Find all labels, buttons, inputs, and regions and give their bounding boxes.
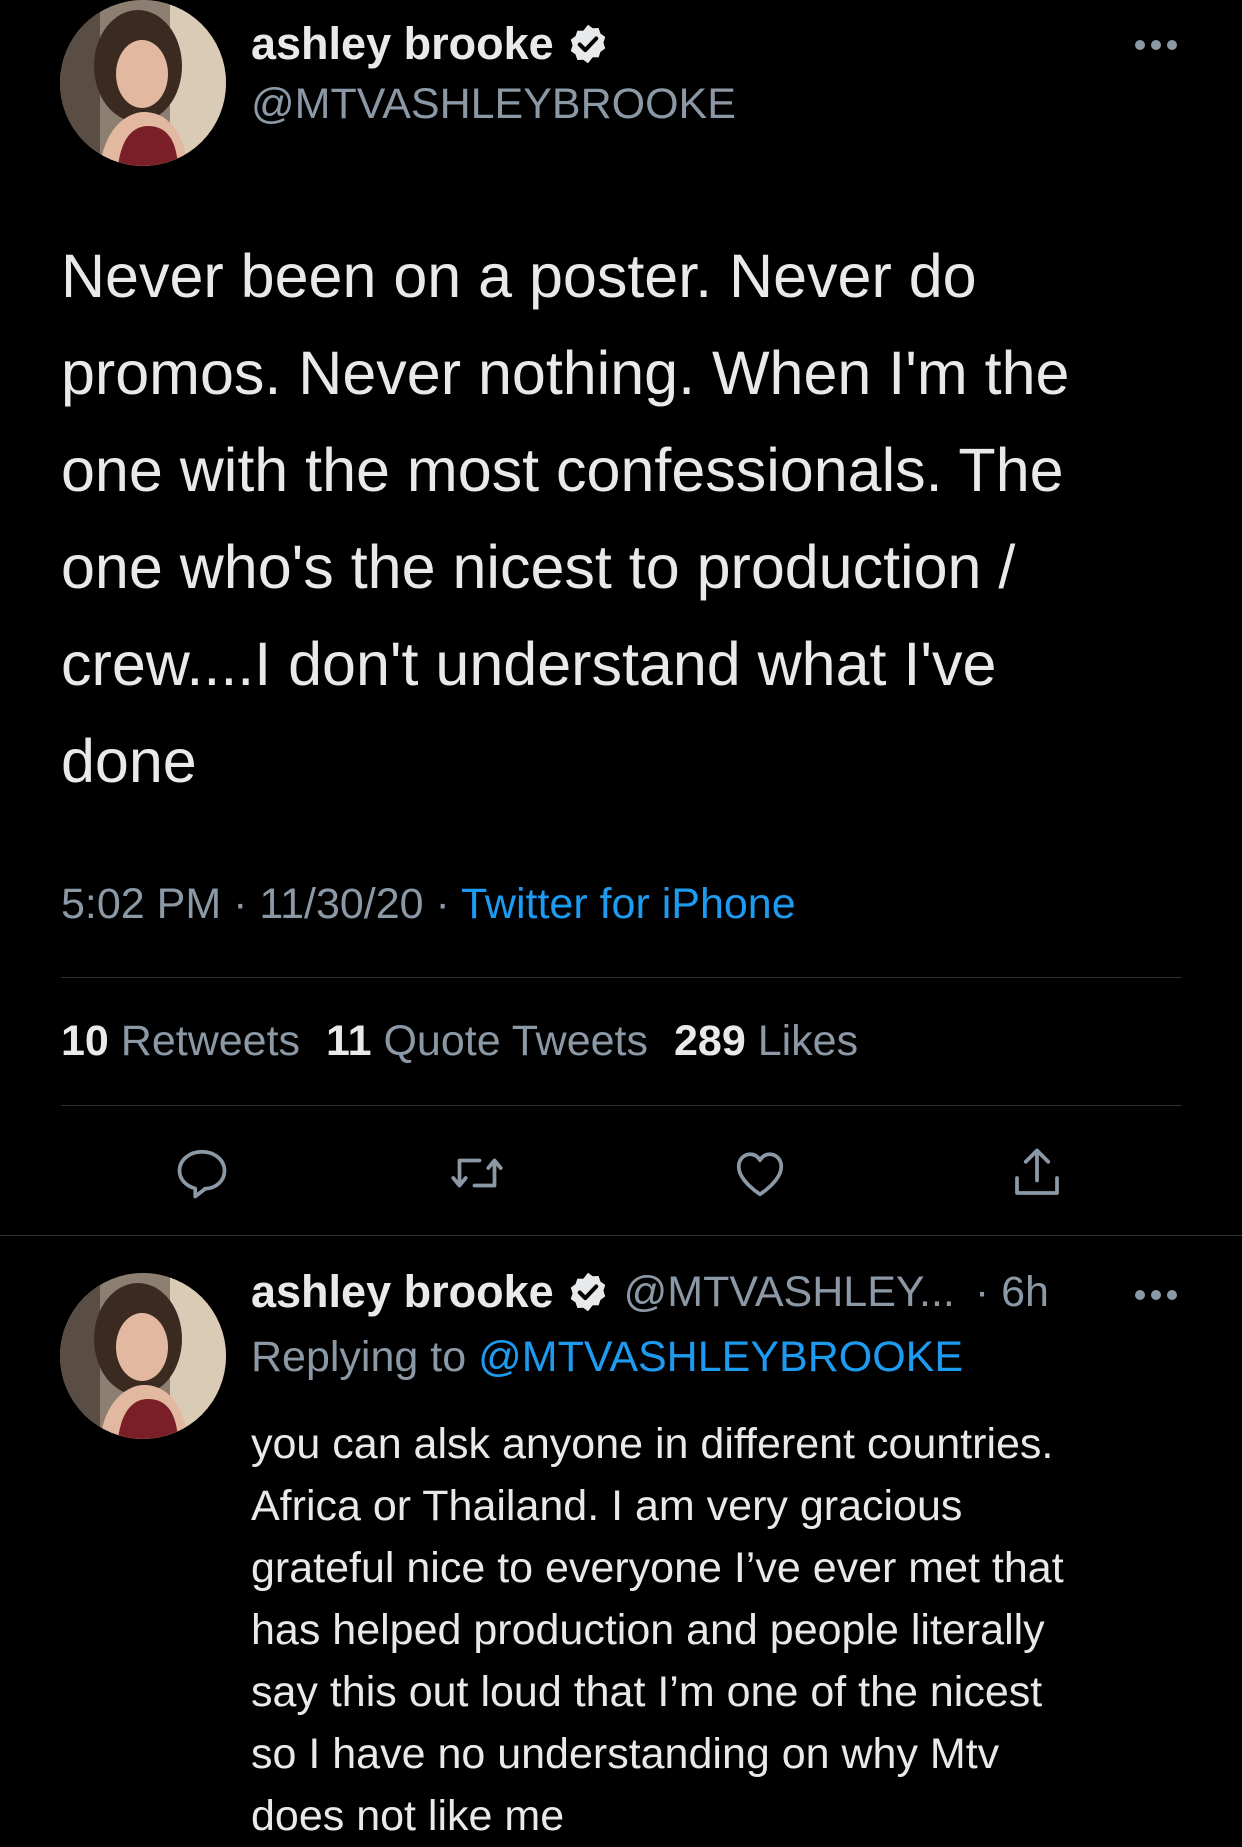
- reply-time[interactable]: · 6h: [975, 1268, 1049, 1317]
- retweets-stat[interactable]: 10 Retweets: [61, 1017, 300, 1066]
- tweet-text-line: Never been on a poster. Never do: [61, 242, 977, 310]
- likes-stat[interactable]: 289 Likes: [674, 1017, 858, 1066]
- avatar[interactable]: [60, 1273, 226, 1439]
- reply-text-line: say this out loud that I’m one of the ni…: [251, 1668, 1043, 1716]
- tweet-source-link[interactable]: Twitter for iPhone: [461, 880, 796, 928]
- author-display-name[interactable]: ashley brooke: [251, 18, 554, 70]
- divider: [61, 977, 1182, 978]
- tweet-text-line: promos. Never nothing. When I'm the: [61, 339, 1070, 407]
- replying-to-mention[interactable]: @MTVASHLEYBROOKE: [478, 1333, 963, 1381]
- tweet-text-line: done: [61, 727, 197, 795]
- more-options-icon[interactable]: [1133, 38, 1179, 52]
- retweets-label: Retweets: [120, 1017, 301, 1065]
- reply-text-line: Africa or Thailand. I am very gracious: [251, 1482, 963, 1530]
- reply-text-line: you can alsk anyone in different countri…: [251, 1420, 1054, 1468]
- verified-badge-icon: [566, 22, 610, 66]
- replying-to: Replying to @MTVASHLEYBROOKE: [251, 1333, 963, 1382]
- tweet-meta: 5:02 PM · 11/30/20 · Twitter for iPhone: [61, 880, 796, 929]
- tweet-text-line: crew....I don't understand what I've: [61, 630, 997, 698]
- replying-to-label: Replying to: [251, 1333, 467, 1381]
- divider: [61, 1105, 1182, 1106]
- tweet-text: Never been on a poster. Never do promos.…: [61, 228, 1191, 810]
- tweet-time[interactable]: 5:02 PM: [61, 880, 221, 928]
- more-options-icon[interactable]: [1133, 1288, 1179, 1302]
- reply-text-line: has helped production and people literal…: [251, 1606, 1045, 1654]
- tweet-text-line: one who's the nicest to production /: [61, 533, 1016, 601]
- reply-text: you can alsk anyone in different countri…: [251, 1413, 1211, 1847]
- tweet-stats: 10 Retweets 11 Quote Tweets 289 Likes: [61, 1017, 884, 1066]
- meta-separator: ·: [435, 880, 450, 928]
- like-icon[interactable]: [730, 1143, 790, 1203]
- author-display-name[interactable]: ashley brooke: [251, 1266, 554, 1318]
- quote-tweets-label: Quote Tweets: [383, 1017, 648, 1065]
- author-handle[interactable]: @MTVASHLEYBROOKE: [251, 80, 736, 129]
- meta-separator: ·: [233, 880, 248, 928]
- reply-icon[interactable]: [172, 1143, 232, 1203]
- likes-count: 289: [674, 1017, 746, 1065]
- reply-author-row: ashley brooke @MTVASHLEY... · 6h: [251, 1266, 1049, 1318]
- reply-text-line: so I have no understanding on why Mtv: [251, 1730, 1000, 1778]
- divider: [0, 1235, 1242, 1236]
- quote-tweets-stat[interactable]: 11 Quote Tweets: [326, 1017, 648, 1066]
- retweet-icon[interactable]: [447, 1143, 507, 1203]
- avatar[interactable]: [60, 0, 226, 166]
- retweets-count: 10: [61, 1017, 109, 1065]
- author-handle[interactable]: @MTVASHLEY...: [624, 1268, 955, 1317]
- tweet-text-line: one with the most confessionals. The: [61, 436, 1064, 504]
- reply-text-line: does not like me: [251, 1792, 565, 1840]
- reply-text-line: grateful nice to everyone I’ve ever met …: [251, 1544, 1064, 1592]
- tweet-author-row: ashley brooke: [251, 18, 610, 70]
- likes-label: Likes: [757, 1017, 859, 1065]
- verified-badge-icon: [566, 1270, 610, 1314]
- share-icon[interactable]: [1007, 1143, 1067, 1203]
- quote-tweets-count: 11: [326, 1017, 372, 1065]
- tweet-date[interactable]: 11/30/20: [259, 880, 423, 928]
